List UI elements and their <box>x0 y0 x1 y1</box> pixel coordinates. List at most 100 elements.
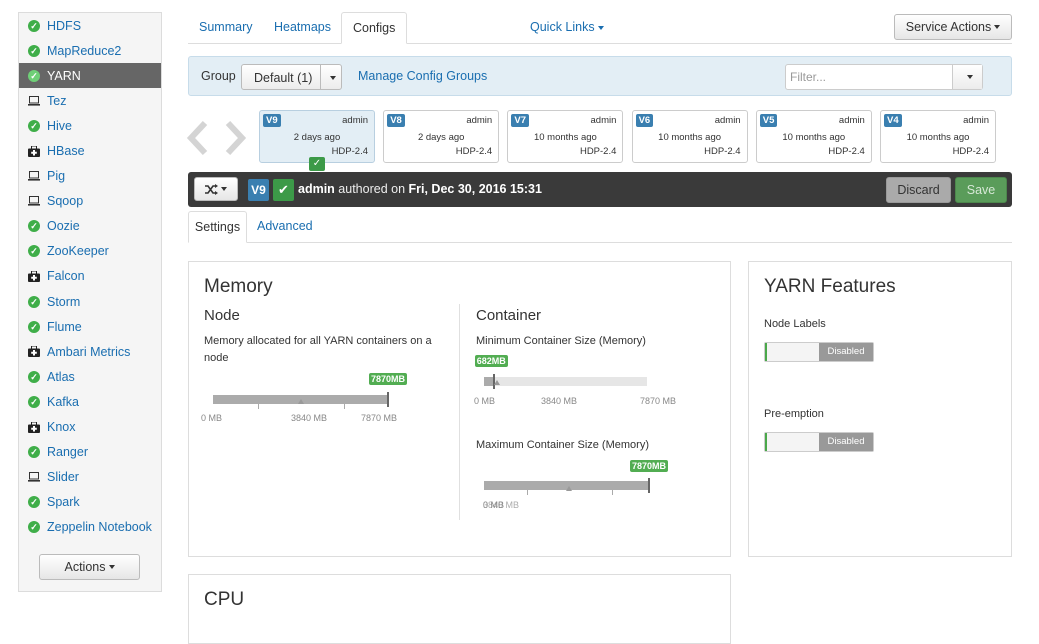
discard-button[interactable]: Discard <box>886 177 951 203</box>
quick-links-label: Quick Links <box>530 20 595 34</box>
save-button[interactable]: Save <box>955 177 1007 203</box>
version-time: 10 months ago <box>658 132 722 143</box>
version-stack: HDP-2.4 <box>455 146 493 157</box>
memory-panel: Memory Node Memory allocated for all YAR… <box>188 261 731 557</box>
authored-on-text: authored on <box>338 182 406 196</box>
sidebar-item-knox[interactable]: Knox <box>19 415 161 440</box>
sidebar-item-atlas[interactable]: ✓ Atlas <box>19 364 161 389</box>
config-group-select[interactable]: Default (1) <box>241 64 342 90</box>
sidebar-item-flume[interactable]: ✓ Flume <box>19 314 161 339</box>
version-card-v8[interactable]: V8 admin 2 days ago HDP-2.4 <box>383 110 500 163</box>
version-stack: HDP-2.4 <box>952 146 989 157</box>
service-sidebar: ✓ HDFS ✓ MapReduce2 ✓ YARN Tez ✓ Hive HBase Pig Sqo… <box>18 12 162 592</box>
sidebar-item-label: Pig <box>47 169 66 184</box>
sidebar-item-label: Kafka <box>47 394 79 409</box>
version-author: admin <box>590 115 617 126</box>
slider-handle[interactable] <box>648 478 650 493</box>
sidebar-item-zeppelin-notebook[interactable]: ✓ Zeppelin Notebook <box>19 515 161 540</box>
sidebar-item-sqoop[interactable]: Sqoop <box>19 189 161 214</box>
sidebar-item-oozie[interactable]: ✓ Oozie <box>19 214 161 239</box>
check-circle-icon: ✓ <box>28 320 40 333</box>
sidebar-item-slider[interactable]: Slider <box>19 465 161 490</box>
node-labels-label: Node Labels <box>764 318 826 330</box>
sidebar-item-hive[interactable]: ✓ Hive <box>19 113 161 138</box>
version-badge: V6 <box>635 114 654 127</box>
version-badge: V5 <box>759 114 778 127</box>
version-author: admin <box>838 115 865 126</box>
sidebar-item-label: Storm <box>47 294 81 309</box>
filter-input[interactable] <box>786 65 952 89</box>
tab-summary[interactable]: Summary <box>199 12 252 44</box>
container-title: Container <box>476 307 542 324</box>
filter-dropdown-button[interactable] <box>952 65 982 89</box>
chevron-down-icon <box>967 75 973 79</box>
version-card-v6[interactable]: V6 admin 10 months ago HDP-2.4 <box>631 110 748 163</box>
version-card-v9[interactable]: V9 admin 2 days ago HDP-2.4 ✓ <box>259 110 375 171</box>
memory-title: Memory <box>204 276 273 297</box>
chevron-right-icon[interactable] <box>223 120 247 156</box>
chevron-down-icon <box>221 187 227 191</box>
chevron-left-icon[interactable] <box>186 120 210 156</box>
select-divider <box>320 65 321 89</box>
laptop-icon <box>28 95 40 106</box>
sidebar-item-hbase[interactable]: HBase <box>19 138 161 163</box>
sidebar-item-label: Zeppelin Notebook <box>47 520 152 535</box>
tick-label-min: 0 MB <box>201 413 223 423</box>
medkit-icon <box>28 421 40 433</box>
chevron-down-icon <box>108 565 115 569</box>
yarn-features-title: YARN Features <box>764 276 896 297</box>
sidebar-item-hdfs[interactable]: ✓ HDFS <box>19 13 161 38</box>
service-actions-button[interactable]: Service Actions <box>894 14 1012 40</box>
laptop-icon <box>28 171 40 181</box>
tab-heatmaps[interactable]: Heatmaps <box>274 12 331 44</box>
sidebar-item-label: HDFS <box>47 18 82 33</box>
sidebar-item-falcon[interactable]: Falcon <box>19 264 161 289</box>
tab-advanced[interactable]: Advanced <box>257 211 313 243</box>
check-circle-icon: ✓ <box>28 220 40 233</box>
config-group-value: Default (1) <box>254 71 313 85</box>
quick-links-dropdown[interactable]: Quick Links <box>530 20 604 34</box>
sidebar-item-mapreduce2[interactable]: ✓ MapReduce2 <box>19 38 161 63</box>
recommended-marker <box>494 380 500 385</box>
sidebar-item-ranger[interactable]: ✓ Ranger <box>19 440 161 465</box>
check-circle-icon: ✓ <box>28 295 40 308</box>
compare-versions-button[interactable] <box>194 177 238 201</box>
slider-handle[interactable] <box>387 392 389 407</box>
version-badge: V9 <box>263 114 281 127</box>
version-card-v5[interactable]: V5 admin 10 months ago HDP-2.4 <box>755 110 872 163</box>
actions-label: Actions <box>64 560 106 574</box>
tab-settings[interactable]: Settings <box>188 211 247 243</box>
version-author: admin <box>466 115 493 126</box>
check-circle-icon: ✓ <box>28 395 40 408</box>
version-author: admin <box>298 182 335 196</box>
version-date: Fri, Dec 30, 2016 15:31 <box>408 182 542 196</box>
sidebar-item-ambari-metrics[interactable]: Ambari Metrics <box>19 339 161 364</box>
preemption-toggle[interactable]: Disabled <box>764 432 874 452</box>
yarn-features-panel: YARN Features Node Labels Disabled Pre-e… <box>748 261 1012 557</box>
manage-config-groups-link[interactable]: Manage Config Groups <box>358 69 487 83</box>
version-time: 2 days ago <box>293 132 341 143</box>
sidebar-item-zookeeper[interactable]: ✓ ZooKeeper <box>19 239 161 264</box>
check-circle-icon: ✓ <box>28 245 40 258</box>
medkit-icon <box>28 270 40 282</box>
sidebar-item-spark[interactable]: ✓ Spark <box>19 490 161 515</box>
version-card-v7[interactable]: V7 admin 10 months ago HDP-2.4 <box>507 110 624 163</box>
version-stack: HDP-2.4 <box>579 146 617 157</box>
sidebar-item-pig[interactable]: Pig <box>19 164 161 189</box>
service-tabs: Summary Heatmaps Configs Quick Links Ser… <box>188 12 1012 44</box>
node-labels-toggle[interactable]: Disabled <box>764 342 874 362</box>
sidebar-item-storm[interactable]: ✓ Storm <box>19 289 161 314</box>
version-time: 10 months ago <box>533 132 597 143</box>
current-version-badge: V9 <box>248 179 269 201</box>
sidebar-item-kafka[interactable]: ✓ Kafka <box>19 389 161 414</box>
version-card-v4[interactable]: V4 admin 10 months ago HDP-2.4 <box>880 110 996 163</box>
check-circle-icon: ✓ <box>28 19 40 32</box>
toggle-edge <box>765 343 767 361</box>
tab-configs[interactable]: Configs <box>341 12 408 44</box>
actions-button[interactable]: Actions <box>39 554 140 580</box>
sidebar-item-tez[interactable]: Tez <box>19 88 161 113</box>
sidebar-item-yarn[interactable]: ✓ YARN <box>19 63 161 89</box>
tick-label-mid: 3840 MB <box>483 500 520 510</box>
toggle-edge <box>765 433 767 451</box>
service-actions-label: Service Actions <box>905 20 992 34</box>
